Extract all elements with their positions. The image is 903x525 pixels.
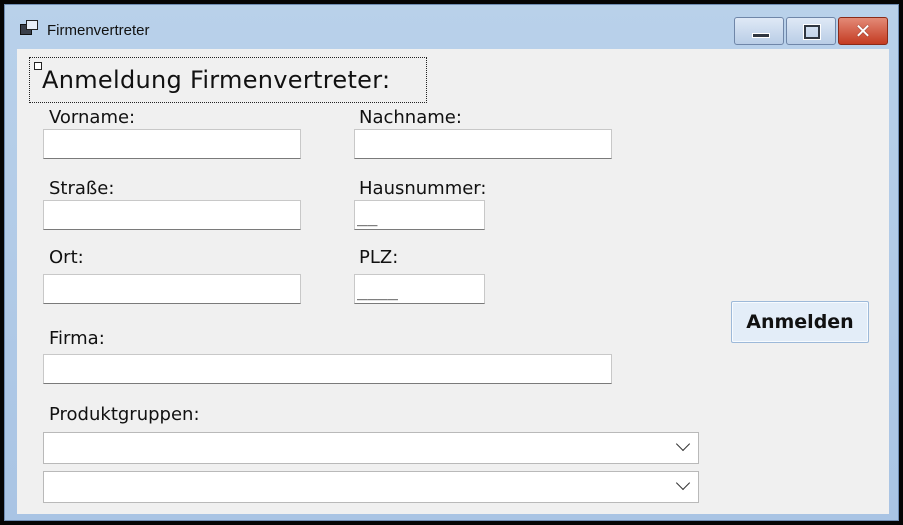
anmelden-button-label: Anmelden [746,311,854,333]
minimize-button[interactable] [734,17,784,45]
close-button[interactable]: ✕ [838,17,888,45]
nachname-label: Nachname: [359,107,462,128]
title-bar[interactable]: Firmenvertreter ✕ [5,5,898,49]
close-icon: ✕ [854,19,872,43]
form-heading: Anmeldung Firmenvertreter: [42,66,391,94]
vorname-label: Vorname: [49,107,136,128]
ort-label: Ort: [49,247,84,268]
anmelden-button[interactable]: Anmelden [731,301,869,343]
strasse-label: Straße: [49,178,115,199]
firma-input[interactable] [43,354,612,384]
app-window: Firmenvertreter ✕ Anmeldung Firmenvertre… [4,4,899,521]
selection-handle[interactable] [34,62,42,70]
maximize-button[interactable] [786,17,836,45]
nachname-input[interactable] [354,129,612,159]
strasse-input[interactable] [43,200,301,230]
form-heading-box: Anmeldung Firmenvertreter: [29,57,427,103]
maximize-icon [804,25,820,39]
produktgruppen-label: Produktgruppen: [49,404,200,425]
chevron-down-icon [675,475,691,491]
hausnummer-input[interactable]: __ [354,200,485,230]
vorname-input[interactable] [43,129,301,159]
plz-input[interactable]: ____ [354,274,485,304]
app-icon [20,20,38,36]
plz-label: PLZ: [359,247,399,268]
chevron-down-icon [675,436,691,452]
firma-label: Firma: [49,328,105,349]
form-client-area: Anmeldung Firmenvertreter: Vorname: Nach… [17,49,889,514]
minimize-icon [752,33,770,38]
ort-input[interactable] [43,274,301,304]
window-title: Firmenvertreter [47,22,150,39]
produktgruppe-combo-2[interactable] [43,471,699,503]
hausnummer-label: Hausnummer: [359,178,487,199]
produktgruppe-combo-1[interactable] [43,432,699,464]
